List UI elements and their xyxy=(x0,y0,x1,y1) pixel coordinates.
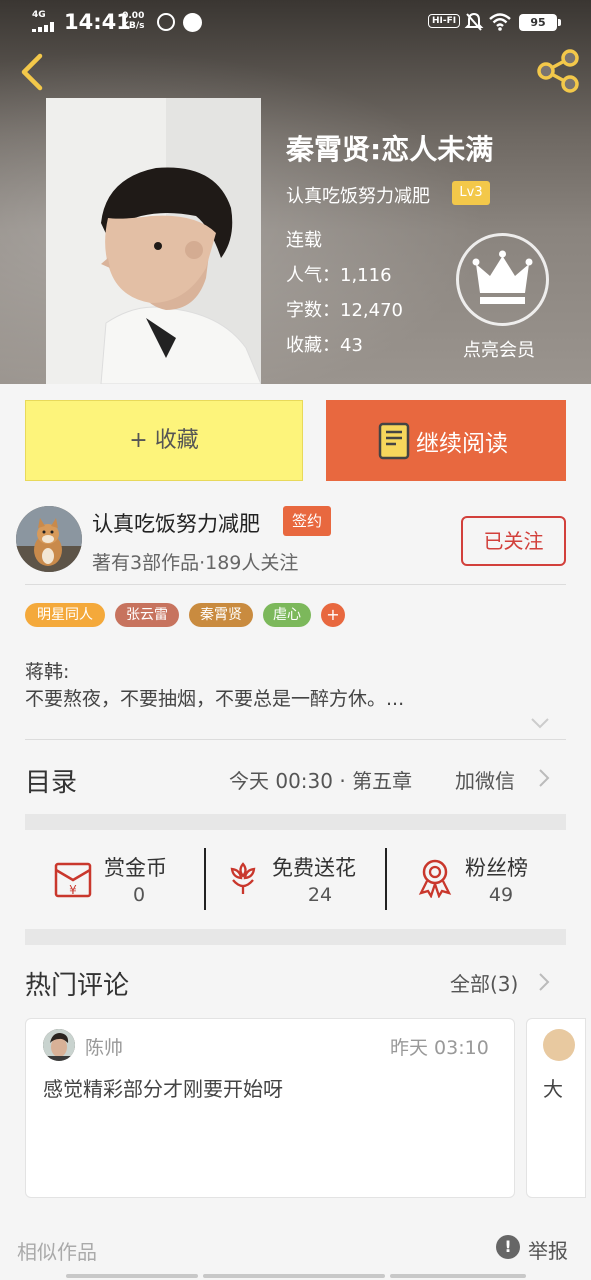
flower-icon[interactable] xyxy=(222,856,264,898)
stat-reward-coins-label[interactable]: 赏金币 xyxy=(104,852,167,882)
book-word-count: 字数：12,470 xyxy=(286,300,403,321)
divider xyxy=(25,739,566,740)
gesture-bar xyxy=(0,1274,591,1280)
commenter-avatar[interactable] xyxy=(43,1029,75,1061)
add-tag-button[interactable]: + xyxy=(321,603,345,627)
stat-flowers-value: 24 xyxy=(307,884,333,906)
sync-icon xyxy=(157,13,175,31)
stat-flowers-label[interactable]: 免费送花 xyxy=(272,852,356,882)
comments-title: 热门评论 xyxy=(25,971,130,1001)
tag-angst[interactable]: 虐心 xyxy=(263,603,311,627)
status-bar: 4G 14:41 0.00 KB/s HI-FI 95 xyxy=(0,0,591,46)
latest-chapter[interactable]: 今天 00:30 · 第五章 xyxy=(229,765,412,794)
comment-time: 昨天 03:10 xyxy=(390,1037,489,1059)
svg-text:¥: ¥ xyxy=(69,883,77,897)
crown-icon xyxy=(472,250,533,304)
intro-line-2: 不要熬夜，不要抽烟，不要总是一醉方休。... xyxy=(25,688,405,710)
author-name[interactable]: 认真吃饭努力减肥 xyxy=(92,508,260,538)
commenter-name[interactable]: 陈帅 xyxy=(85,1033,123,1060)
book-status: 连载 xyxy=(286,230,322,251)
hifi-badge: HI-FI xyxy=(428,14,461,28)
dog-avatar-image xyxy=(16,506,82,572)
catalog-label[interactable]: 目录 xyxy=(25,762,77,799)
divider xyxy=(25,584,566,585)
section-separator xyxy=(25,929,566,945)
report-icon[interactable]: ! xyxy=(496,1235,520,1259)
book-popularity: 人气：1,116 xyxy=(286,265,392,286)
clock: 14:41 xyxy=(64,10,131,34)
add-wechat-link[interactable]: 加微信 xyxy=(455,765,515,794)
section-separator xyxy=(25,814,566,830)
signed-badge: 签约 xyxy=(283,506,331,536)
tag-zhang-yunlei[interactable]: 张云雷 xyxy=(115,603,179,627)
all-comments-link[interactable]: 全部(3) xyxy=(450,968,518,997)
net-speed: 0.00 KB/s xyxy=(122,11,144,31)
book-cover[interactable] xyxy=(46,98,261,384)
stat-divider xyxy=(204,848,206,910)
net-speed-value: 0.00 xyxy=(122,11,145,21)
level-badge: Lv3 xyxy=(452,181,490,205)
cover-portrait xyxy=(46,98,261,384)
comment-text: 感觉精彩部分才刚要开始呀 xyxy=(43,1077,283,1101)
book-icon xyxy=(378,422,410,460)
book-title: 秦霄贤:恋人未满 xyxy=(286,133,494,166)
stat-fans-label[interactable]: 粉丝榜 xyxy=(465,852,528,882)
signal-icon xyxy=(32,22,58,32)
report-button[interactable]: 举报 xyxy=(528,1235,568,1264)
collect-button[interactable]: + 收藏 xyxy=(25,400,303,481)
compass-icon xyxy=(183,13,202,32)
award-ribbon-icon[interactable] xyxy=(414,856,456,898)
continue-reading-button[interactable]: 继续阅读 xyxy=(326,400,566,481)
battery-indicator: 95 xyxy=(519,14,561,31)
tag-qin-xiaoxian[interactable]: 秦霄贤 xyxy=(189,603,253,627)
net-speed-unit: KB/s xyxy=(122,21,145,31)
commenter-avatar-image xyxy=(43,1029,75,1061)
intro-line-1: 蒋韩: xyxy=(25,661,70,683)
comment-text: 大 xyxy=(543,1077,563,1101)
author-summary: 著有3部作品·189人关注 xyxy=(92,552,299,574)
chevron-right-icon[interactable] xyxy=(538,768,550,788)
book-author[interactable]: 认真吃饭努力减肥 xyxy=(286,182,430,208)
red-envelope-icon[interactable]: ¥ xyxy=(52,858,94,900)
stat-fans-value: 49 xyxy=(488,884,514,906)
chevron-down-icon[interactable] xyxy=(530,716,550,730)
stat-divider xyxy=(385,848,387,910)
chevron-left-icon[interactable] xyxy=(12,50,52,94)
comment-card[interactable]: 陈帅 昨天 03:10 感觉精彩部分才刚要开始呀 xyxy=(25,1018,515,1198)
book-favorites: 收藏：43 xyxy=(286,335,363,356)
stat-reward-coins-value: 0 xyxy=(132,884,146,906)
tag-star-fanfic[interactable]: 明星同人 xyxy=(25,603,105,627)
network-type: 4G xyxy=(32,10,46,20)
similar-works-label: 相似作品 xyxy=(17,1240,97,1264)
author-avatar[interactable] xyxy=(16,506,82,572)
chevron-right-icon[interactable] xyxy=(538,972,550,992)
comment-card[interactable]: 大 xyxy=(526,1018,586,1198)
bell-muted-icon xyxy=(464,12,484,31)
vip-button[interactable] xyxy=(456,233,549,326)
follow-button[interactable]: 已关注 xyxy=(461,516,566,566)
share-icon[interactable] xyxy=(534,48,582,94)
vip-label[interactable]: 点亮会员 xyxy=(463,336,535,362)
continue-reading-label: 继续阅读 xyxy=(416,431,508,457)
wifi-icon xyxy=(489,13,511,31)
commenter-avatar[interactable] xyxy=(543,1029,575,1061)
